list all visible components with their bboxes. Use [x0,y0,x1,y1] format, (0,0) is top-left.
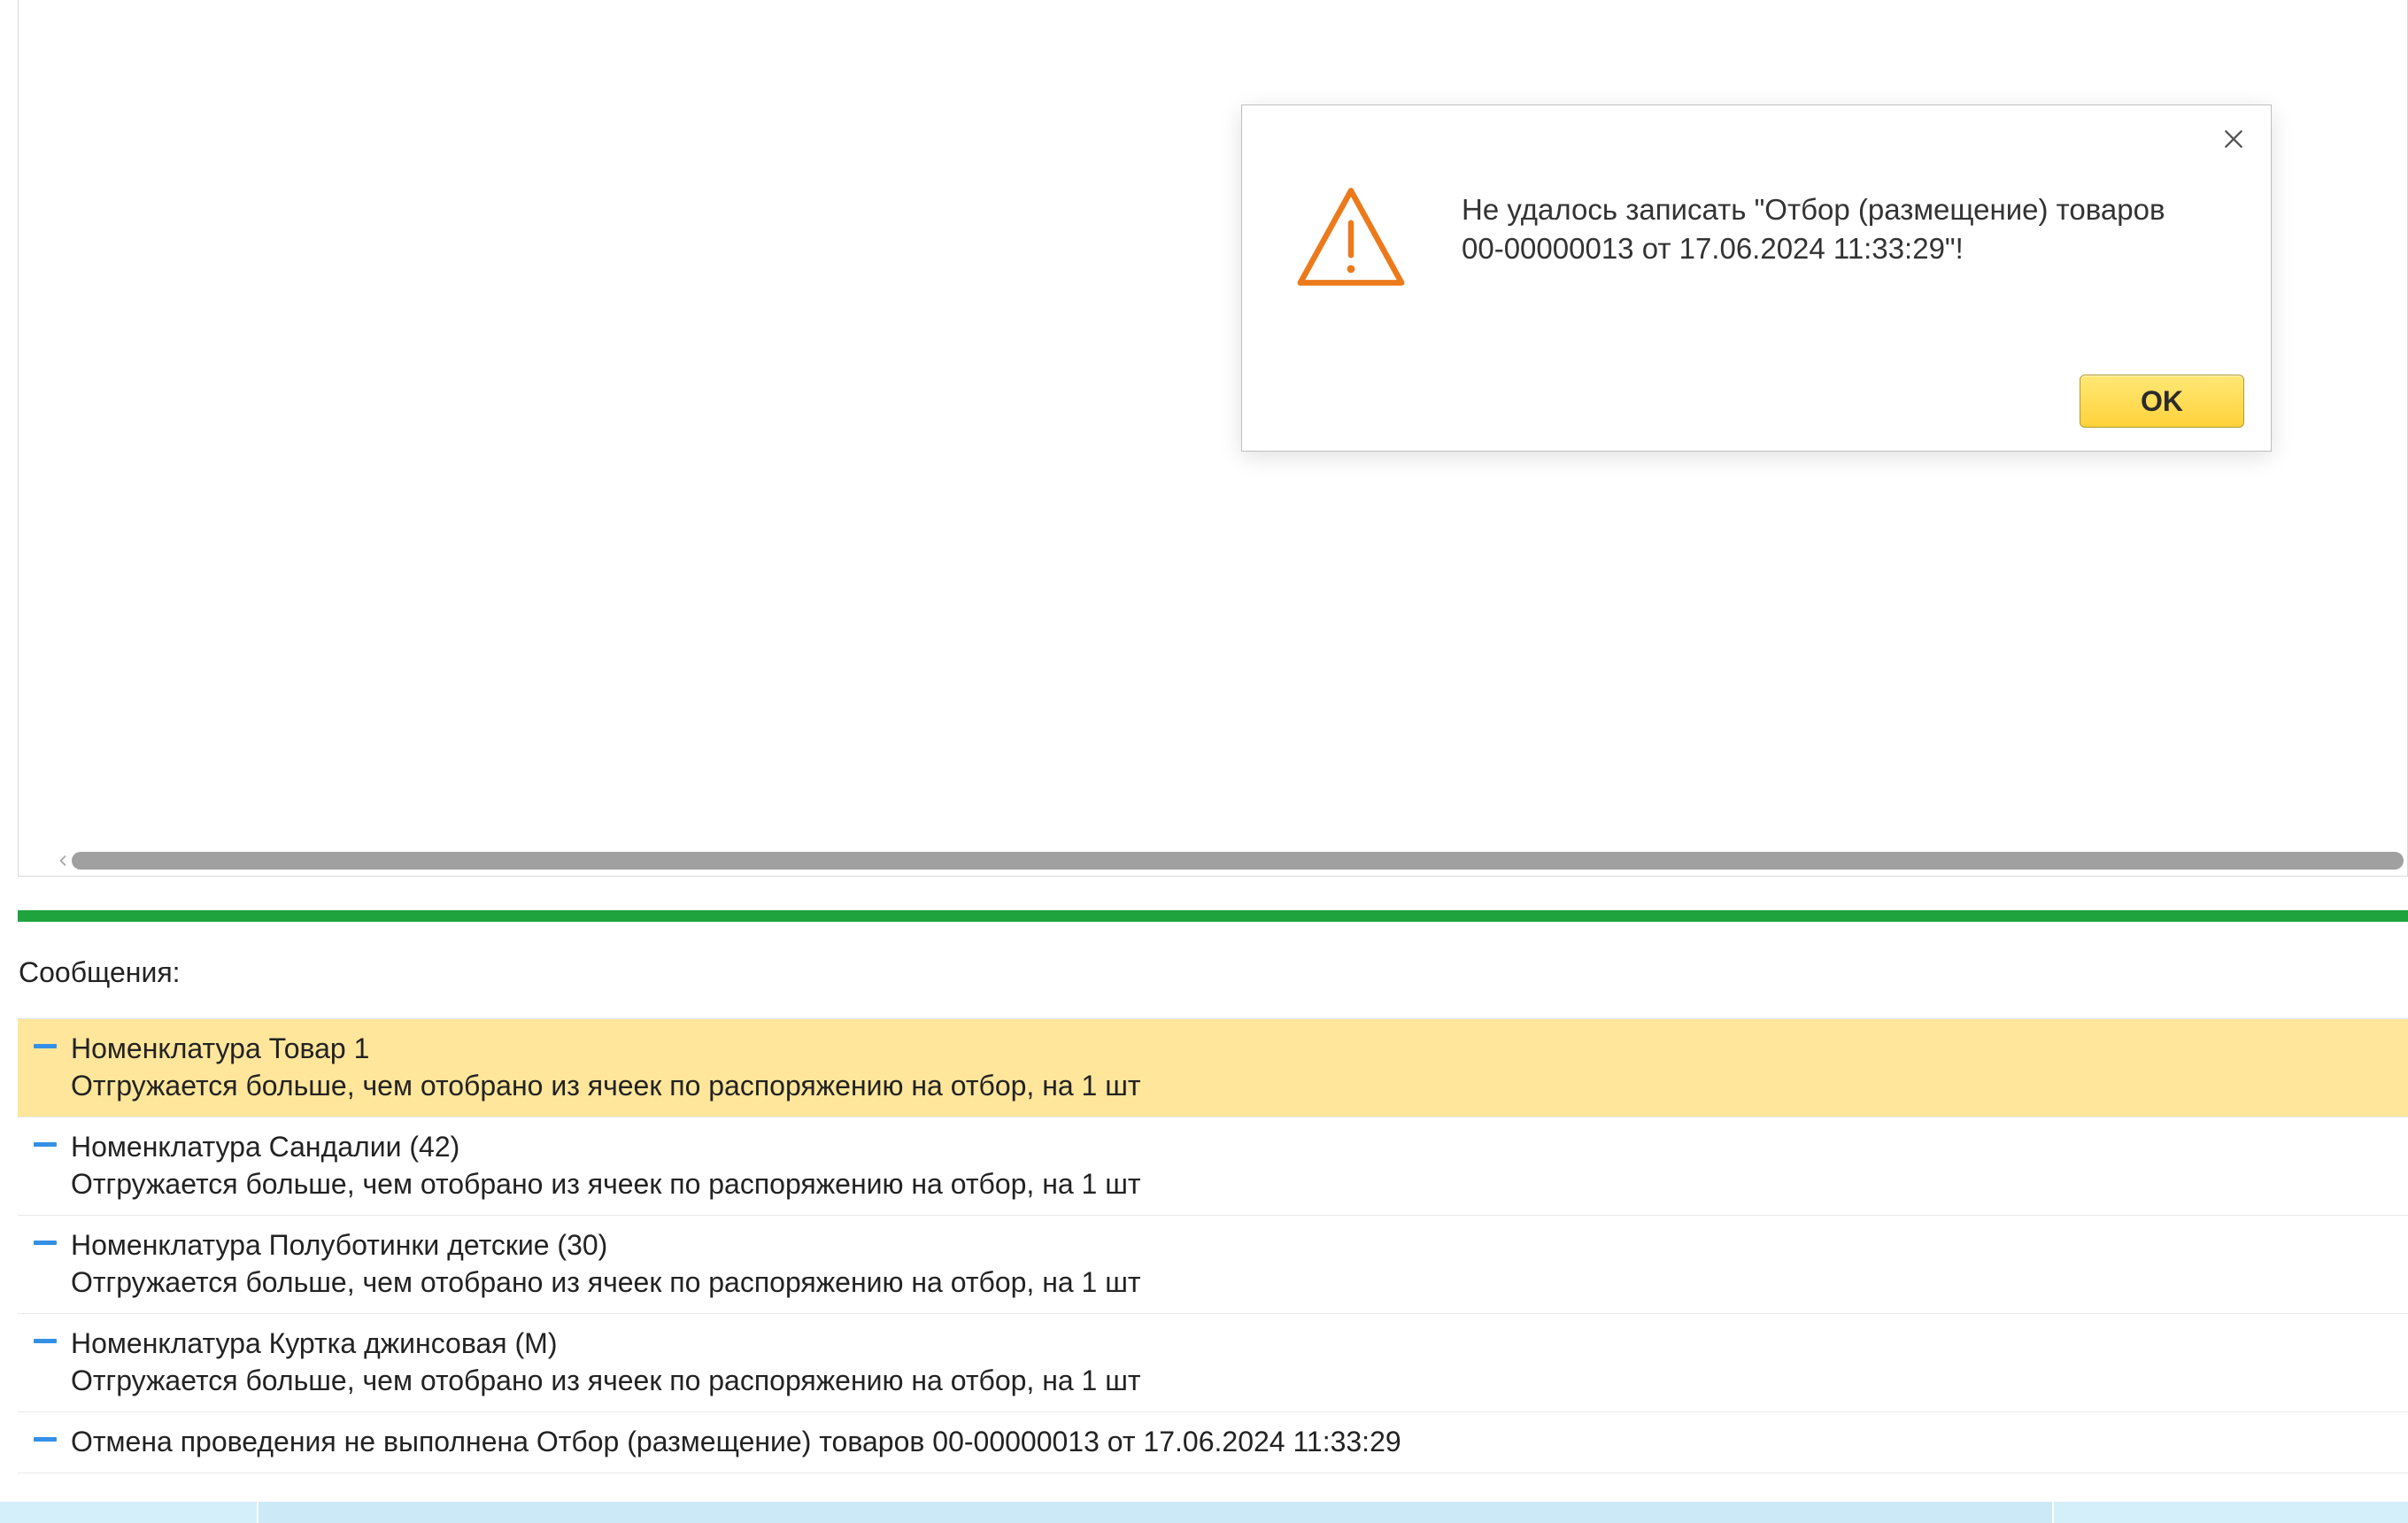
messages-list: Номенклатура Товар 1Отгружается больше, … [18,1018,2408,1473]
status-bar-segment [257,1502,2054,1523]
message-line1: Номенклатура Сандалии (42) [71,1131,459,1163]
scrollbar-thumb[interactable] [72,852,2404,870]
error-dialog: Не удалось записать "Отбор (размещение) … [1241,104,2272,452]
message-line1: Номенклатура Куртка джинсовая (M) [71,1327,557,1359]
message-row[interactable]: Отмена проведения не выполнена Отбор (ра… [18,1412,2408,1473]
message-dash-icon [34,1325,71,1343]
dialog-message: Не удалось записать "Отбор (размещение) … [1462,185,2165,268]
message-line2: Отгружается больше, чем отобрано из ячее… [71,1067,2392,1104]
message-dash-icon [34,1423,71,1442]
dialog-body: Не удалось записать "Отбор (размещение) … [1293,185,2235,297]
message-row[interactable]: Номенклатура Сандалии (42)Отгружается бо… [18,1117,2408,1216]
message-text: Номенклатура Сандалии (42)Отгружается бо… [71,1128,2392,1202]
message-line1: Номенклатура Товар 1 [71,1032,369,1064]
panel-splitter[interactable] [18,910,2408,922]
message-row[interactable]: Номенклатура Товар 1Отгружается больше, … [18,1019,2408,1117]
message-text: Отмена проведения не выполнена Отбор (ра… [71,1423,2392,1460]
status-bar [0,1502,2408,1523]
message-text: Номенклатура Полуботинки детские (30)Отг… [71,1226,2392,1301]
message-row[interactable]: Номенклатура Полуботинки детские (30)Отг… [18,1216,2408,1314]
message-dash-icon [34,1226,71,1245]
message-dash-icon [34,1030,71,1048]
dialog-message-line2: 00-00000013 от 17.06.2024 11:33:29"! [1462,232,1964,265]
message-text: Номенклатура Куртка джинсовая (M)Отгружа… [71,1325,2392,1399]
message-text: Номенклатура Товар 1Отгружается больше, … [71,1030,2392,1104]
warning-icon [1293,182,1409,297]
close-icon [2222,128,2245,155]
close-button[interactable] [2218,125,2250,157]
message-row[interactable]: Номенклатура Куртка джинсовая (M)Отгружа… [18,1314,2408,1412]
app-viewport: Сообщения: Номенклатура Товар 1Отгружает… [0,0,2408,1523]
horizontal-scrollbar[interactable] [54,851,2404,870]
message-line1: Номенклатура Полуботинки детские (30) [71,1229,607,1261]
message-line2: Отгружается больше, чем отобрано из ячее… [71,1264,2392,1301]
ok-button[interactable]: OK [2080,375,2244,428]
scroll-left-icon[interactable] [54,851,72,870]
message-line2: Отгружается больше, чем отобрано из ячее… [71,1362,2392,1399]
message-line1: Отмена проведения не выполнена Отбор (ра… [71,1426,1401,1457]
ok-button-label: OK [2141,385,2183,418]
dialog-message-line1: Не удалось записать "Отбор (размещение) … [1462,193,2165,226]
status-bar-segment [0,1502,257,1523]
messages-panel-title: Сообщения: [19,956,181,989]
message-dash-icon [34,1128,71,1147]
status-bar-segment [2054,1502,2408,1523]
message-line2: Отгружается больше, чем отобрано из ячее… [71,1165,2392,1202]
